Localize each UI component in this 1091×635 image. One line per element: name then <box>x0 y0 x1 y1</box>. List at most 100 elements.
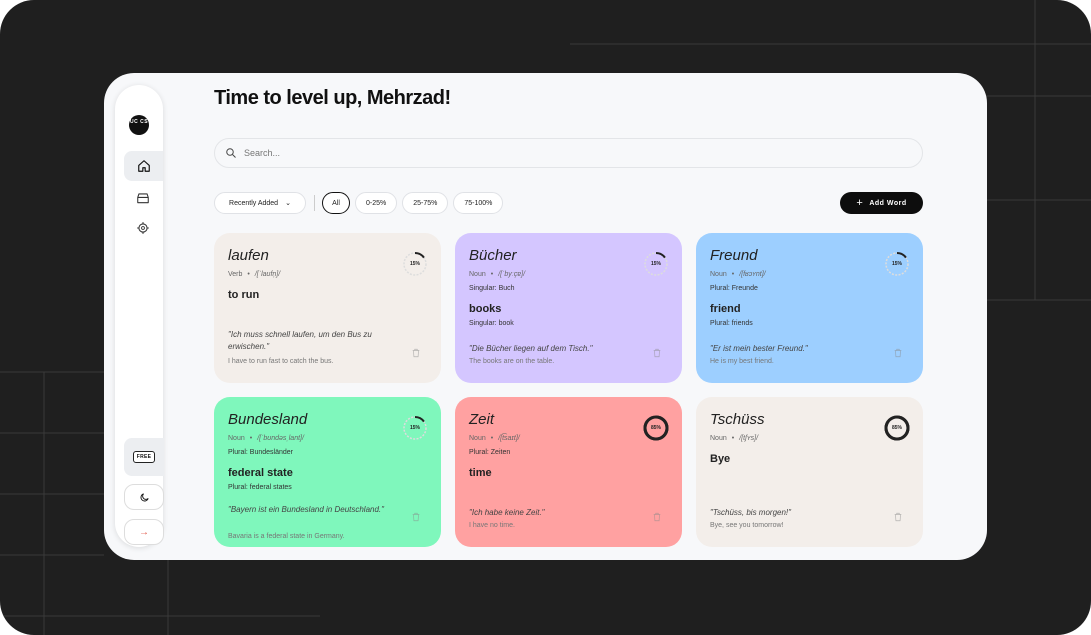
sort-label: Recently Added <box>229 199 279 207</box>
word-meta: Noun • /[ˈbʊndəsˌlant]/ <box>228 435 304 442</box>
translation: time <box>469 467 492 479</box>
word-meta: Noun • /[t͡saɪt]/ <box>469 435 520 442</box>
example-translation: Bye, see you tomorrow! <box>710 522 784 529</box>
translation-note: Singular: book <box>469 320 514 327</box>
separator-dot: • <box>490 435 494 442</box>
translation-note: Plural: federal states <box>228 484 292 491</box>
separator-dot: • <box>490 271 494 278</box>
app-window: UC CS FREE → Time to level up, Mehrzad! <box>104 73 987 560</box>
translation: federal state <box>228 467 293 479</box>
word-title: laufen <box>228 247 269 264</box>
pronunciation: /[fʁɔʏnt]/ <box>739 271 766 278</box>
translation: Bye <box>710 453 731 465</box>
translation: to run <box>228 289 260 301</box>
logout-button[interactable]: → <box>124 519 164 545</box>
sidebar-item-library[interactable] <box>123 183 163 213</box>
example-translation: He is my best friend. <box>710 358 774 365</box>
device-frame: UC CS FREE → Time to level up, Mehrzad! <box>0 0 1091 635</box>
search-bar[interactable] <box>214 138 923 168</box>
plan-indicator[interactable]: FREE <box>124 438 164 476</box>
word-meta: Noun • /[fʁɔʏnt]/ <box>710 271 766 278</box>
word-title: Freund <box>710 247 758 264</box>
logo[interactable]: UC CS <box>129 115 149 135</box>
separator-dot: • <box>731 271 735 278</box>
progress-label: 15% <box>650 261 661 267</box>
filter-chip-75-100[interactable]: 75-100% <box>453 192 504 214</box>
add-word-button[interactable]: + Add Word <box>840 192 923 214</box>
progress-label: 85% <box>891 425 902 431</box>
progress-label: 15% <box>409 425 420 431</box>
example-sentence: "Ich muss schnell laufen, um den Bus zu … <box>228 330 372 351</box>
trash-icon[interactable] <box>411 512 421 522</box>
pronunciation: /[ˈlaʊfn̩]/ <box>254 271 281 278</box>
word-card[interactable]: Bücher Noun • /[ˈbyːçɐ]/ Singular: Buch books… <box>455 233 682 383</box>
trash-icon[interactable] <box>411 348 421 358</box>
separator-dot: • <box>247 271 250 278</box>
plus-icon: + <box>856 197 864 209</box>
word-card[interactable]: Tschüss Noun • /[tʃʏs]/ Bye "Tschüss, bis mor… <box>696 397 923 547</box>
filter-chip-0-25[interactable]: 0-25% <box>355 192 398 214</box>
search-icon <box>226 148 236 158</box>
trash-icon[interactable] <box>652 512 662 522</box>
moon-icon <box>140 492 149 501</box>
gear-icon <box>137 222 149 234</box>
word-title: Tschüss <box>710 411 765 428</box>
word-title: Zeit <box>469 411 495 428</box>
word-meta: Noun • /[ˈbyːçɐ]/ <box>469 271 525 278</box>
translation-note: Plural: friends <box>710 320 753 327</box>
part-of-speech: Verb <box>228 271 243 278</box>
part-of-speech: Noun <box>710 435 727 442</box>
example-translation: The books are on the table. <box>469 358 555 365</box>
part-of-speech: Noun <box>710 271 727 278</box>
word-note: Plural: Bundesländer <box>228 449 293 456</box>
home-icon <box>137 160 150 172</box>
add-word-label: Add Word <box>869 199 907 207</box>
example-sentence: "Die Bücher liegen auf dem Tisch." <box>469 344 593 353</box>
pronunciation: /[tʃʏs]/ <box>739 435 759 442</box>
page-title: Time to level up, Mehrzad! <box>214 87 451 109</box>
filter-chip-25-75[interactable]: 25-75% <box>402 192 449 214</box>
pronunciation: /[ˈbʊndəsˌlant]/ <box>257 435 304 442</box>
example-sentence: "Ich habe keine Zeit." <box>469 508 545 517</box>
example-sentence: "Er ist mein bester Freund." <box>710 344 808 353</box>
trash-icon[interactable] <box>893 348 903 358</box>
part-of-speech: Noun <box>228 435 245 442</box>
example-sentence: "Tschüss, bis morgen!" <box>710 508 791 517</box>
word-card[interactable]: laufen Verb • /[ˈlaʊfn̩]/ to run "Ich muss sc… <box>214 233 441 383</box>
separator-dot: • <box>249 435 253 442</box>
word-note: Plural: Freunde <box>710 285 758 292</box>
trash-icon[interactable] <box>652 348 662 358</box>
filter-bar: Recently Added ⌄ All 0-25% 25-75% 75-100… <box>214 192 508 214</box>
sidebar-item-home[interactable] <box>124 151 163 181</box>
pronunciation: /[t͡saɪt]/ <box>498 435 520 442</box>
word-card[interactable]: Freund Noun • /[fʁɔʏnt]/ Plural: Freunde frie… <box>696 233 923 383</box>
word-card[interactable]: Zeit Noun • /[t͡saɪt]/ Plural: Zeiten time "Ic… <box>455 397 682 547</box>
word-note: Plural: Zeiten <box>469 449 511 456</box>
word-title: Bücher <box>469 247 517 264</box>
example-sentence: "Bayern ist ein Bundesland in Deutschlan… <box>228 505 384 514</box>
sort-dropdown[interactable]: Recently Added ⌄ <box>214 192 306 214</box>
translation: books <box>469 303 502 315</box>
arrow-right-icon: → <box>139 526 149 538</box>
word-card[interactable]: Bundesland Noun • /[ˈbʊndəsˌlant]/ Plural: B… <box>214 397 441 547</box>
part-of-speech: Noun <box>469 435 486 442</box>
trash-icon[interactable] <box>893 512 903 522</box>
pronunciation: /[ˈbyːçɐ]/ <box>498 271 526 278</box>
example-translation: I have no time. <box>469 522 515 529</box>
progress-label: 85% <box>650 425 661 431</box>
word-title: Bundesland <box>228 411 308 428</box>
example-translation: I have to run fast to catch the bus. <box>228 358 334 365</box>
progress-label: 15% <box>891 261 902 267</box>
word-meta: Verb • /[ˈlaʊfn̩]/ <box>228 271 280 278</box>
word-note: Singular: Buch <box>469 285 515 292</box>
filter-chip-all[interactable]: All <box>322 192 350 214</box>
theme-toggle-button[interactable] <box>124 484 164 510</box>
example-translation: Bavaria is a federal state in Germany. <box>228 533 345 540</box>
sidebar-item-settings[interactable] <box>123 213 163 243</box>
progress-label: 15% <box>409 261 420 267</box>
chevron-down-icon: ⌄ <box>285 200 291 207</box>
filter-divider <box>314 195 315 211</box>
search-input[interactable] <box>244 148 844 158</box>
word-meta: Noun • /[tʃʏs]/ <box>710 435 758 442</box>
archive-icon <box>137 193 149 204</box>
